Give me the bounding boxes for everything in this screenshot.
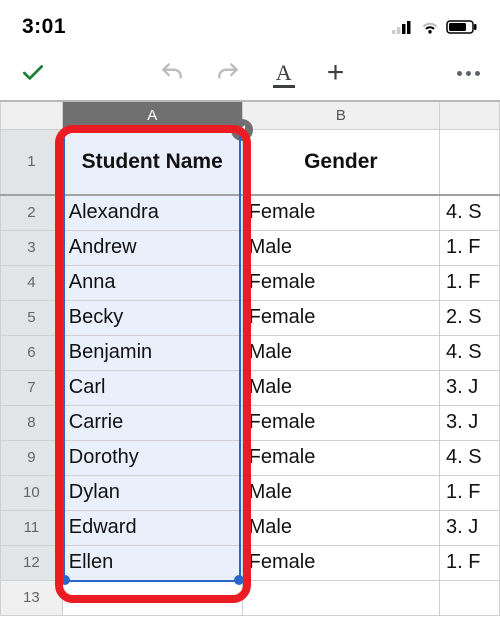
more-icon[interactable]	[457, 71, 480, 76]
clock: 3:01	[22, 15, 66, 39]
cell[interactable]: 3. J	[440, 405, 500, 440]
cell[interactable]	[440, 129, 500, 195]
cell[interactable]	[440, 580, 500, 615]
status-bar: 3:01	[0, 0, 500, 48]
cell[interactable]: Carl	[62, 370, 242, 405]
column-header-C[interactable]	[440, 101, 500, 129]
cell[interactable]: Gender	[242, 129, 439, 195]
column-header-A[interactable]: A	[62, 101, 242, 129]
cellular-icon	[392, 20, 414, 34]
spreadsheet[interactable]: A B 1 Student Name Gender 2AlexandraFema…	[0, 100, 500, 616]
cell[interactable]: Dorothy	[62, 440, 242, 475]
cell[interactable]: Benjamin	[62, 335, 242, 370]
text-format-button[interactable]: A	[271, 60, 297, 86]
cell[interactable]: Ellen	[62, 545, 242, 580]
row-header[interactable]: 11	[1, 510, 63, 545]
cell[interactable]: Female	[242, 405, 439, 440]
row-header[interactable]: 2	[1, 195, 63, 230]
cell[interactable]: 1. F	[440, 265, 500, 300]
cell[interactable]: 1. F	[440, 230, 500, 265]
cell[interactable]: Alexandra	[62, 195, 242, 230]
cell[interactable]: 4. S	[440, 440, 500, 475]
cell[interactable]: Carrie	[62, 405, 242, 440]
cell[interactable]: Male	[242, 370, 439, 405]
cell[interactable]: Female	[242, 545, 439, 580]
row-header[interactable]: 13	[1, 580, 63, 615]
cell[interactable]: Andrew	[62, 230, 242, 265]
row-header[interactable]: 6	[1, 335, 63, 370]
wifi-icon	[420, 20, 440, 34]
cell[interactable]: 4. S	[440, 335, 500, 370]
undo-icon[interactable]	[159, 60, 185, 86]
column-resize-handle[interactable]	[231, 119, 253, 141]
cell[interactable]: Male	[242, 230, 439, 265]
redo-icon[interactable]	[215, 60, 241, 86]
cell[interactable]: 3. J	[440, 370, 500, 405]
cell[interactable]: Becky	[62, 300, 242, 335]
cell[interactable]	[62, 580, 242, 615]
cell[interactable]: 2. S	[440, 300, 500, 335]
cell[interactable]: 1. F	[440, 475, 500, 510]
cell[interactable]: 1. F	[440, 545, 500, 580]
row-header[interactable]: 10	[1, 475, 63, 510]
toolbar: A +	[0, 48, 500, 100]
cell[interactable]: Male	[242, 510, 439, 545]
cell[interactable]: 3. J	[440, 510, 500, 545]
row-header[interactable]: 3	[1, 230, 63, 265]
row-header[interactable]: 1	[1, 129, 63, 195]
battery-icon	[446, 20, 478, 34]
cell[interactable]: 4. S	[440, 195, 500, 230]
cell[interactable]	[242, 580, 439, 615]
cell[interactable]: Female	[242, 195, 439, 230]
row-header[interactable]: 5	[1, 300, 63, 335]
cell[interactable]: Anna	[62, 265, 242, 300]
cell[interactable]: Male	[242, 475, 439, 510]
add-button[interactable]: +	[327, 58, 345, 88]
accept-icon[interactable]	[20, 60, 46, 86]
corner-cell[interactable]	[1, 101, 63, 129]
row-header[interactable]: 8	[1, 405, 63, 440]
cell[interactable]: Student Name	[62, 129, 242, 195]
cell[interactable]: Female	[242, 300, 439, 335]
row-header[interactable]: 4	[1, 265, 63, 300]
cell[interactable]: Female	[242, 265, 439, 300]
row-header[interactable]: 7	[1, 370, 63, 405]
cell[interactable]: Male	[242, 335, 439, 370]
row-header[interactable]: 12	[1, 545, 63, 580]
row-header[interactable]: 9	[1, 440, 63, 475]
status-indicators	[392, 20, 478, 34]
cell[interactable]: Edward	[62, 510, 242, 545]
cell[interactable]: Female	[242, 440, 439, 475]
cell[interactable]: Dylan	[62, 475, 242, 510]
column-header-B[interactable]: B	[242, 101, 439, 129]
